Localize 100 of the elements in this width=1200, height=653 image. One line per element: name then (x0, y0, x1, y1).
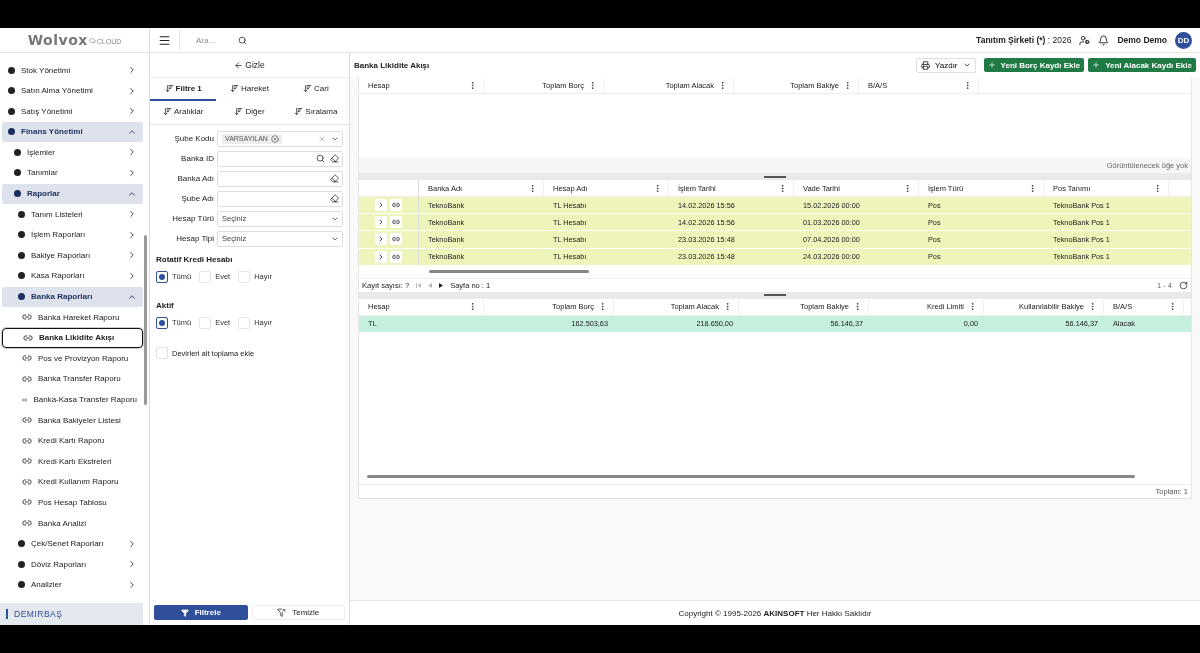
link-button[interactable] (390, 216, 402, 229)
section-title: Rotatif Kredi Hesabı (156, 255, 234, 264)
chevron-right-icon (127, 579, 137, 590)
input-field[interactable] (217, 170, 343, 187)
menu-link[interactable]: Banka Bakiyeler Listesi (2, 410, 143, 431)
bullet-icon (18, 210, 25, 218)
chevron-right-icon (127, 147, 137, 158)
menu-link[interactable]: Banka Hareket Raporu (2, 307, 143, 328)
menu-link[interactable]: Pos Hesap Tablosu (2, 492, 143, 513)
printer-icon (921, 60, 930, 70)
menu-link[interactable]: Kredi Kartı Raporu (2, 430, 143, 451)
menu-link[interactable]: Banka Likidite Akışı (2, 327, 143, 348)
bullet-icon (18, 540, 25, 548)
menu-item[interactable]: Döviz Raporları (2, 554, 143, 575)
menu-item[interactable]: Tanım Listeleri (2, 204, 143, 225)
menu-item[interactable]: Satın Alma Yönetimi (2, 80, 143, 101)
link-button[interactable] (390, 199, 402, 212)
expand-button[interactable] (375, 216, 387, 229)
scrollbar[interactable] (367, 474, 1135, 478)
print-button[interactable]: Yazdır (916, 57, 976, 73)
menu-section[interactable]: DEMIRBAŞ (0, 603, 143, 625)
column-menu-icon (963, 80, 972, 90)
link-icon (22, 373, 32, 384)
link-icon (22, 456, 32, 467)
column-menu-icon (468, 302, 477, 312)
bullet-icon (8, 128, 15, 136)
eraser-icon (330, 174, 339, 183)
menu-item[interactable]: Raporlar (2, 183, 143, 204)
link-icon (22, 353, 32, 364)
menu-item[interactable]: Stok Yönetimi (2, 60, 143, 80)
bullet-icon (8, 107, 15, 115)
menu-item[interactable]: Satış Yönetimi (2, 101, 143, 122)
logo-text: Wolvox (27, 32, 88, 48)
column-menu-icon (718, 80, 727, 90)
input-field[interactable] (217, 190, 343, 207)
menu-link[interactable]: Banka Transfer Raporu (2, 368, 143, 389)
column-menu-icon (653, 183, 662, 193)
checkbox[interactable] (156, 347, 168, 359)
add-credit-button[interactable]: Yeni Alacak Kaydı Ekle (1088, 58, 1196, 72)
column-menu-icon (1153, 183, 1162, 193)
scrollbar[interactable] (429, 269, 589, 273)
menu-item[interactable]: Finans Yönetimi (2, 121, 143, 142)
menu-item[interactable]: Çek/Senet Raporları (2, 533, 143, 554)
column-menu-icon (598, 302, 607, 312)
eraser-icon (330, 154, 339, 163)
bullet-icon (18, 272, 25, 280)
menu-link[interactable]: Kredi Kullanım Raporu (2, 471, 143, 492)
chevron-right-icon (127, 538, 137, 549)
menu-icon[interactable] (158, 33, 171, 47)
menu-item[interactable]: Kasa Raporları (2, 265, 143, 286)
field-label: Hesap Tipi (175, 234, 214, 243)
bullet-icon (14, 148, 21, 156)
menu-link[interactable]: Banka-Kasa Transfer Raporu (2, 389, 143, 410)
menu-item[interactable]: İşlemler (2, 142, 143, 163)
menu-item[interactable]: İşlem Raporları (2, 224, 143, 245)
refresh-icon[interactable] (1179, 280, 1188, 290)
column-menu-icon (588, 80, 597, 90)
bullet-icon (18, 251, 25, 259)
menu-item[interactable]: Bakiye Raporları (2, 245, 143, 266)
link-icon (22, 497, 32, 508)
user-settings-icon[interactable] (1079, 34, 1091, 46)
column-menu-icon (468, 80, 477, 90)
clear-button[interactable]: Temizle (251, 605, 345, 620)
column-menu-icon (778, 183, 787, 193)
next-page-icon[interactable] (439, 282, 444, 288)
link-button[interactable] (390, 250, 402, 263)
column-menu-icon (843, 80, 852, 90)
filter-button[interactable]: Filtrele (154, 605, 248, 620)
chevron-right-icon (127, 270, 137, 281)
menu-item[interactable]: Banka Raporları (2, 286, 143, 307)
plus-icon (1092, 61, 1101, 69)
filter-icon (180, 608, 189, 617)
scrollbar[interactable] (144, 235, 147, 405)
menu-link[interactable]: Kredi Kartı Ekstreleri (2, 451, 143, 472)
link-button[interactable] (390, 233, 402, 246)
clear-icon (318, 134, 326, 143)
expand-button[interactable] (375, 199, 387, 212)
column-menu-icon (528, 183, 537, 193)
sort-icon (234, 107, 244, 116)
input-field[interactable] (217, 150, 343, 167)
link-icon (392, 218, 400, 227)
bullet-icon (18, 560, 25, 568)
link-icon (22, 518, 32, 529)
menu-item[interactable]: Analizler (2, 574, 143, 595)
bullet-icon (18, 581, 25, 589)
field-label: Şube Kodu (173, 134, 214, 143)
filter-clear-icon (277, 608, 287, 617)
caret-icon (962, 61, 971, 69)
menu-link[interactable]: Banka Analizi (2, 513, 143, 534)
chevron-right-icon (127, 250, 137, 261)
expand-button[interactable] (375, 250, 387, 263)
expand-button[interactable] (375, 233, 387, 246)
menu-item[interactable]: Tanımlar (2, 162, 143, 183)
avatar[interactable]: DD (1175, 31, 1192, 49)
bell-icon[interactable] (1098, 34, 1110, 46)
field-label: Hesap Türü (171, 214, 214, 223)
menu-link[interactable]: Pos ve Provizyon Raporu (2, 348, 143, 369)
add-debit-button[interactable]: Yeni Borç Kaydı Ekle (983, 58, 1085, 72)
eraser-icon (330, 194, 339, 203)
page-title: Banka Likidite Akışı (354, 60, 431, 70)
